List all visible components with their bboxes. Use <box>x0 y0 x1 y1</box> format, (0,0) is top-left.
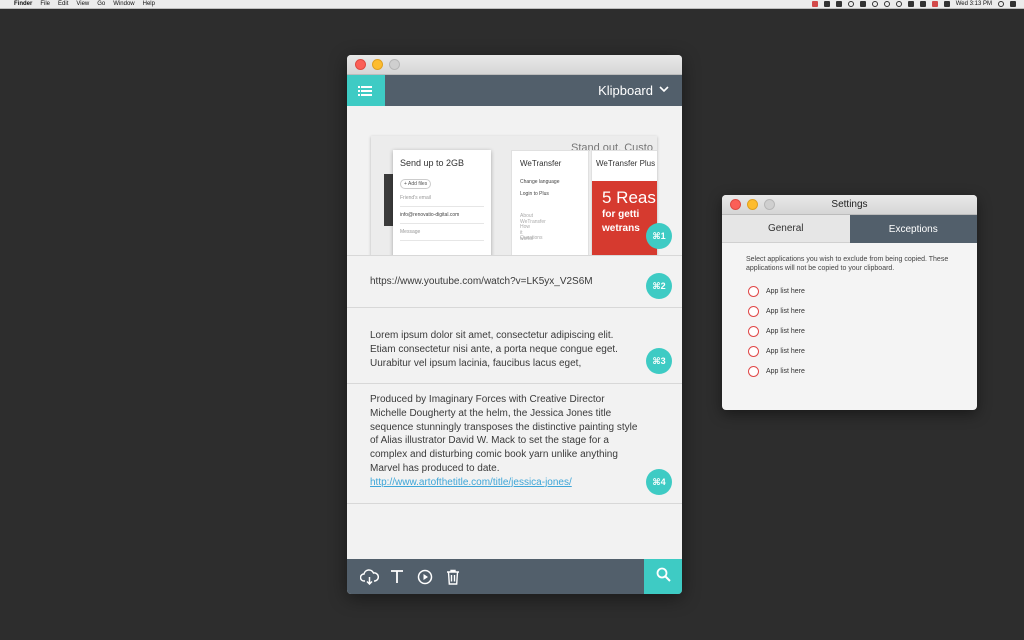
cloud-status-icon[interactable] <box>847 1 854 7</box>
settings-window: Settings General Exceptions Select appli… <box>722 195 977 410</box>
preview-message-field: Message <box>400 224 484 241</box>
search-button[interactable] <box>644 559 682 594</box>
app-label: App list here <box>766 307 805 315</box>
preview-card1-title: Send up to 2GB <box>400 158 465 168</box>
preview-ad-banner: 5 Reas for getti wetrans <box>592 181 657 255</box>
clip-text: Produced by Imaginary Forces with Creati… <box>370 394 638 474</box>
minimize-window-button[interactable] <box>372 59 383 70</box>
trash-icon[interactable] <box>439 563 467 591</box>
preview-card2-item: Change language <box>520 179 560 185</box>
list-icon <box>357 85 372 96</box>
preview-email-field: info@renovatio-digital.com <box>400 207 484 224</box>
preview-ad-headline: 5 Reas <box>602 188 656 207</box>
clip-item-text[interactable]: Lorem ipsum dolor sit amet, consectetur … <box>347 308 682 384</box>
menu-file[interactable]: File <box>40 0 50 9</box>
clip-list: Stand out. Custo Send up to 2GB + Add fi… <box>347 106 682 559</box>
cs-status-icon[interactable] <box>823 1 830 7</box>
clip-text: Lorem ipsum dolor sit amet, consectetur … <box>370 330 618 369</box>
play-icon[interactable] <box>411 563 439 591</box>
app-label: App list here <box>766 327 805 335</box>
app-label: App list here <box>766 287 805 295</box>
clip-image-preview: Stand out. Custo Send up to 2GB + Add fi… <box>371 136 657 255</box>
klipboard-title-dropdown[interactable]: Klipboard <box>598 83 682 98</box>
klipboard-titlebar[interactable] <box>347 55 682 75</box>
clip-shortcut-badge[interactable]: ⌘1 <box>646 223 672 249</box>
app-radio[interactable] <box>748 285 759 297</box>
flag-icon[interactable] <box>931 1 938 7</box>
dropbox-status-icon[interactable] <box>859 1 866 7</box>
preview-friend-field: Friend's email <box>400 190 484 207</box>
app-label: App list here <box>766 367 805 375</box>
clip-link[interactable]: http://www.artofthetitle.com/title/jessi… <box>370 477 572 488</box>
clip-item-url[interactable]: https://www.youtube.com/watch?v=LK5yx_V2… <box>347 256 682 308</box>
clip-text-block: Produced by Imaginary Forces with Creati… <box>370 393 642 490</box>
clip-shortcut-badge[interactable]: ⌘2 <box>646 273 672 299</box>
user-status-icon[interactable] <box>871 1 878 7</box>
clip-text: https://www.youtube.com/watch?v=LK5yx_V2… <box>370 276 593 287</box>
settings-tabs: General Exceptions <box>722 215 977 243</box>
menu-window[interactable]: Window <box>113 0 134 9</box>
clip-shortcut-badge[interactable]: ⌘3 <box>646 348 672 374</box>
tab-exceptions[interactable]: Exceptions <box>849 215 977 243</box>
chevron-down-icon <box>659 85 669 96</box>
app-radio[interactable] <box>748 325 759 337</box>
menu-app-name[interactable]: Finder <box>14 0 32 9</box>
preview-add-files: + Add files <box>400 179 432 189</box>
menu-view[interactable]: View <box>76 0 89 9</box>
preview-card2-title: WeTransfer <box>520 159 562 168</box>
app-label: App list here <box>766 347 805 355</box>
menu-help[interactable]: Help <box>143 0 155 9</box>
tab-general[interactable]: General <box>722 215 850 243</box>
klipboard-title: Klipboard <box>598 83 653 98</box>
clip-item-image[interactable]: Stand out. Custo Send up to 2GB + Add fi… <box>347 106 682 256</box>
app-list-item[interactable]: App list here <box>748 301 977 321</box>
zoom-window-button[interactable] <box>389 59 400 70</box>
menu-button[interactable] <box>347 75 385 106</box>
menubar-clock[interactable]: Wed 3:13 PM <box>956 0 992 9</box>
preview-card2-item: About WeTransfer <box>520 213 546 225</box>
klipboard-window: Klipboard Stand out. Custo Send up to 2G… <box>347 55 682 594</box>
time-machine-icon[interactable] <box>895 1 902 7</box>
clip-item-text[interactable]: Produced by Imaginary Forces with Creati… <box>347 384 682 504</box>
exceptions-description: Select applications you wish to exclude … <box>746 256 949 272</box>
spotlight-icon[interactable] <box>998 1 1004 7</box>
app-exclusion-list: App list here App list here App list her… <box>722 273 977 381</box>
klipboard-header: Klipboard <box>347 75 682 106</box>
preview-upload-card: Send up to 2GB + Add files Friend's emai… <box>393 150 491 255</box>
volume-icon[interactable] <box>919 1 926 7</box>
search-icon <box>656 567 671 587</box>
preview-side-tab <box>384 174 393 226</box>
app-list-item[interactable]: App list here <box>748 321 977 341</box>
clip-shortcut-badge[interactable]: ⌘4 <box>646 469 672 495</box>
preview-card2-item: Login to Plus <box>520 191 549 197</box>
wifi-icon[interactable] <box>883 1 890 7</box>
menu-edit[interactable]: Edit <box>58 0 68 9</box>
preview-ad-line: for getti <box>602 209 640 220</box>
preview-ad-line: wetrans <box>602 223 640 234</box>
app-list-item[interactable]: App list here <box>748 341 977 361</box>
battery-icon[interactable] <box>943 1 950 7</box>
menu-go[interactable]: Go <box>97 0 105 9</box>
app-list-item[interactable]: App list here <box>748 361 977 381</box>
klipboard-toolbar <box>347 559 682 594</box>
klipboard-status-icon[interactable] <box>811 1 818 7</box>
preview-menu-card: WeTransfer Change language Login to Plus… <box>511 150 589 255</box>
bluetooth-icon[interactable] <box>907 1 914 7</box>
settings-titlebar[interactable]: Settings <box>722 195 977 215</box>
notification-center-icon[interactable] <box>1010 1 1016 7</box>
menubar: Finder File Edit View Go Window Help Wed… <box>0 0 1024 9</box>
cloud-icon[interactable] <box>355 563 383 591</box>
app-radio[interactable] <box>748 365 759 377</box>
text-icon[interactable] <box>383 563 411 591</box>
app-radio[interactable] <box>748 305 759 317</box>
preview-card3-title: WeTransfer Plus <box>596 159 656 168</box>
monitor-status-icon[interactable] <box>835 1 842 7</box>
app-radio[interactable] <box>748 345 759 357</box>
close-window-button[interactable] <box>355 59 366 70</box>
app-list-item[interactable]: App list here <box>748 281 977 301</box>
settings-title: Settings <box>831 198 868 210</box>
